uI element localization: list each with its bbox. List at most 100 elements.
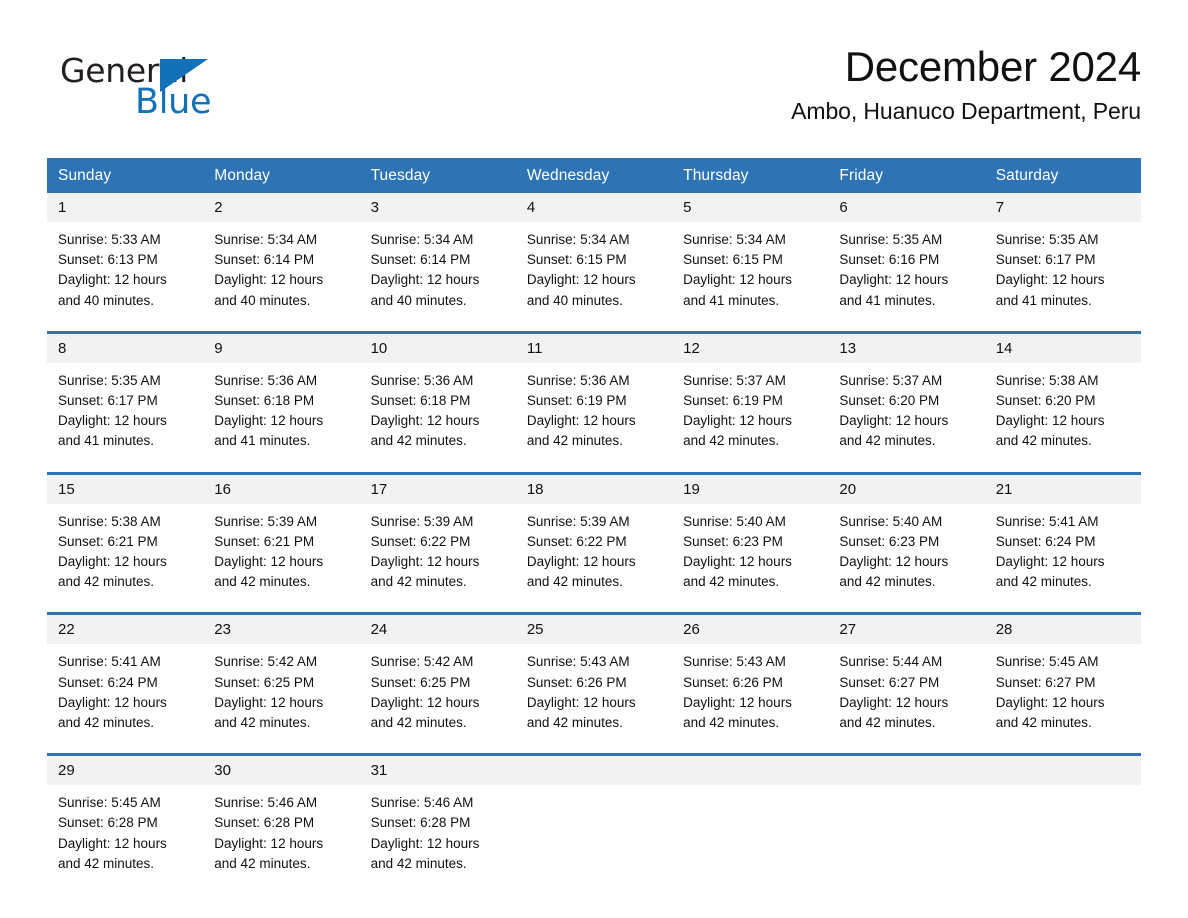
- sunrise-text: Sunrise: 5:39 AM: [370, 513, 474, 529]
- day-number: 22: [47, 615, 204, 645]
- day-cell-content: 26 Sunrise: 5:43 AM Sunset: 6:26 PM Dayligh…: [672, 615, 829, 739]
- calendar-day-cell[interactable]: 5 Sunrise: 5:34 AM Sunset: 6:15 PM Daylight…: [672, 193, 829, 317]
- daylight-text-line2: and 42 minutes.: [683, 574, 780, 590]
- daylight-text-line2: and 42 minutes.: [995, 433, 1092, 449]
- calendar-day-cell[interactable]: 18 Sunrise: 5:39 AM Sunset: 6:22 PM Dayligh…: [515, 471, 673, 599]
- week-spacer-cell: [47, 457, 1141, 474]
- sunrise-text: Sunrise: 5:41 AM: [58, 654, 161, 670]
- day-cell-content: [984, 756, 1141, 874]
- calendar-day-cell[interactable]: 8 Sunrise: 5:35 AM Sunset: 6:17 PM Daylight…: [47, 330, 204, 458]
- sunrise-text: Sunrise: 5:34 AM: [370, 232, 474, 247]
- calendar-page: General Blue December 2024 Ambo, Huanuco…: [0, 0, 1188, 918]
- day-number: 3: [359, 193, 516, 222]
- calendar-day-cell[interactable]: 20 Sunrise: 5:40 AM Sunset: 6:23 PM Dayligh…: [828, 471, 985, 599]
- daylight-text-line2: and 42 minutes.: [526, 433, 623, 449]
- calendar-day-cell[interactable]: 30 Sunrise: 5:46 AM Sunset: 6:28 PM Dayligh…: [203, 753, 360, 881]
- week-spacer: [47, 457, 1141, 474]
- day-number: 12: [672, 333, 829, 363]
- calendar-day-cell[interactable]: 13 Sunrise: 5:37 AM Sunset: 6:20 PM Dayligh…: [828, 330, 985, 458]
- calendar-day-cell[interactable]: 6 Sunrise: 5:35 AM Sunset: 6:16 PM Daylight…: [828, 193, 985, 317]
- week-spacer-cell: [47, 316, 1141, 333]
- day-number: 30: [203, 756, 360, 786]
- day-sun-info: Sunrise: 5:37 AM Sunset: 6:20 PM Daylight:…: [828, 363, 984, 458]
- daylight-text-line1: Daylight: 12 hours: [58, 554, 167, 570]
- calendar-day-cell[interactable]: 7 Sunrise: 5:35 AM Sunset: 6:17 PM Daylight…: [984, 193, 1141, 317]
- calendar-day-cell[interactable]: 17 Sunrise: 5:39 AM Sunset: 6:22 PM Dayligh…: [359, 471, 516, 599]
- day-cell-content: 10 Sunrise: 5:36 AM Sunset: 6:18 PM Dayligh…: [359, 333, 516, 458]
- day-sun-info: Sunrise: 5:39 AM Sunset: 6:22 PM Daylight:…: [360, 504, 516, 599]
- day-number: 9: [203, 333, 360, 363]
- day-number: 6: [828, 193, 985, 222]
- daylight-text-line2: and 40 minutes.: [58, 292, 155, 308]
- day-sun-info: Sunrise: 5:34 AM Sunset: 6:15 PM Daylight:…: [672, 222, 828, 317]
- daylight-text-line1: Daylight: 12 hours: [839, 554, 949, 570]
- week-spacer: [47, 598, 1141, 614]
- day-number: 19: [672, 474, 829, 504]
- daylight-text-line1: Daylight: 12 hours: [526, 554, 636, 570]
- day-cell-content: 12 Sunrise: 5:37 AM Sunset: 6:19 PM Dayligh…: [672, 333, 829, 458]
- day-number: 27: [828, 615, 985, 645]
- daylight-text-line2: and 42 minutes.: [839, 715, 936, 731]
- daylight-text-line1: Daylight: 12 hours: [839, 413, 949, 429]
- day-cell-content: 25 Sunrise: 5:43 AM Sunset: 6:26 PM Dayligh…: [515, 615, 673, 739]
- daylight-text-line1: Daylight: 12 hours: [214, 835, 324, 851]
- daylight-text-line2: and 41 minutes.: [995, 292, 1092, 308]
- calendar-day-cell[interactable]: 15 Sunrise: 5:38 AM Sunset: 6:21 PM Dayligh…: [47, 471, 204, 599]
- calendar-day-cell[interactable]: 27 Sunrise: 5:44 AM Sunset: 6:27 PM Dayligh…: [828, 612, 985, 740]
- calendar-day-cell[interactable]: 3 Sunrise: 5:34 AM Sunset: 6:14 PM Daylight…: [359, 193, 516, 317]
- daylight-text-line2: and 42 minutes.: [214, 574, 311, 590]
- daylight-text-line1: Daylight: 12 hours: [683, 554, 792, 570]
- calendar-day-cell-empty: [515, 753, 673, 881]
- day-sun-info: Sunrise: 5:39 AM Sunset: 6:22 PM Daylight:…: [516, 504, 672, 599]
- day-number: 14: [984, 333, 1141, 363]
- sunset-text: Sunset: 6:22 PM: [370, 533, 471, 549]
- day-number: 2: [203, 193, 360, 222]
- calendar-day-cell[interactable]: 22 Sunrise: 5:41 AM Sunset: 6:24 PM Dayligh…: [47, 612, 204, 740]
- day-sun-info: Sunrise: 5:34 AM Sunset: 6:14 PM Daylight:…: [203, 222, 359, 317]
- calendar-day-cell[interactable]: 16 Sunrise: 5:39 AM Sunset: 6:21 PM Dayligh…: [203, 471, 360, 599]
- calendar-day-cell[interactable]: 2 Sunrise: 5:34 AM Sunset: 6:14 PM Daylight…: [203, 193, 360, 317]
- weekday-header-monday: Monday: [203, 158, 360, 193]
- calendar-day-cell[interactable]: 28 Sunrise: 5:45 AM Sunset: 6:27 PM Dayligh…: [984, 612, 1141, 740]
- calendar-day-cell[interactable]: 12 Sunrise: 5:37 AM Sunset: 6:19 PM Dayligh…: [672, 330, 829, 458]
- daylight-text-line2: and 42 minutes.: [995, 574, 1092, 590]
- calendar-day-cell[interactable]: 4 Sunrise: 5:34 AM Sunset: 6:15 PM Daylight…: [515, 193, 673, 317]
- calendar-day-cell[interactable]: 23 Sunrise: 5:42 AM Sunset: 6:25 PM Dayligh…: [203, 612, 360, 740]
- daylight-text-line1: Daylight: 12 hours: [214, 554, 324, 570]
- calendar-day-cell[interactable]: 26 Sunrise: 5:43 AM Sunset: 6:26 PM Dayligh…: [672, 612, 829, 740]
- day-sun-info: Sunrise: 5:33 AM Sunset: 6:13 PM Daylight:…: [47, 222, 203, 317]
- sunset-text: Sunset: 6:21 PM: [214, 533, 315, 549]
- calendar-day-cell[interactable]: 19 Sunrise: 5:40 AM Sunset: 6:23 PM Dayligh…: [672, 471, 829, 599]
- daylight-text-line1: Daylight: 12 hours: [214, 694, 324, 710]
- calendar-day-cell[interactable]: 25 Sunrise: 5:43 AM Sunset: 6:26 PM Dayligh…: [515, 612, 673, 740]
- calendar-day-cell[interactable]: 14 Sunrise: 5:38 AM Sunset: 6:20 PM Dayligh…: [984, 330, 1141, 458]
- calendar-day-cell[interactable]: 31 Sunrise: 5:46 AM Sunset: 6:28 PM Dayligh…: [359, 753, 516, 881]
- sunset-text: Sunset: 6:24 PM: [58, 674, 158, 690]
- daylight-text-line2: and 41 minutes.: [58, 433, 155, 449]
- sunrise-text: Sunrise: 5:42 AM: [214, 654, 318, 670]
- daylight-text-line1: Daylight: 12 hours: [839, 272, 949, 288]
- calendar-day-cell[interactable]: 29 Sunrise: 5:45 AM Sunset: 6:28 PM Dayligh…: [47, 753, 204, 881]
- day-number: 11: [515, 333, 673, 363]
- day-sun-info: Sunrise: 5:43 AM Sunset: 6:26 PM Daylight:…: [672, 644, 828, 739]
- sunset-text: Sunset: 6:20 PM: [995, 393, 1096, 409]
- calendar-day-cell[interactable]: 10 Sunrise: 5:36 AM Sunset: 6:18 PM Dayligh…: [359, 330, 516, 458]
- weekday-header-saturday: Saturday: [984, 158, 1141, 193]
- calendar-day-cell[interactable]: 24 Sunrise: 5:42 AM Sunset: 6:25 PM Dayligh…: [359, 612, 516, 740]
- calendar-day-cell[interactable]: 9 Sunrise: 5:36 AM Sunset: 6:18 PM Daylight…: [203, 330, 360, 458]
- day-sun-info: [828, 785, 984, 799]
- calendar-day-cell[interactable]: 1 Sunrise: 5:33 AM Sunset: 6:13 PM Daylight…: [47, 193, 204, 317]
- calendar-day-cell[interactable]: 11 Sunrise: 5:36 AM Sunset: 6:19 PM Dayligh…: [515, 330, 673, 458]
- day-number: 20: [828, 474, 985, 504]
- day-number: 17: [359, 474, 516, 504]
- calendar-week-row: 22 Sunrise: 5:41 AM Sunset: 6:24 PM Dayligh…: [47, 612, 1141, 740]
- daylight-text-line1: Daylight: 12 hours: [995, 272, 1105, 288]
- sunset-text: Sunset: 6:19 PM: [526, 393, 627, 409]
- sunset-text: Sunset: 6:14 PM: [370, 252, 471, 268]
- daylight-text-line1: Daylight: 12 hours: [214, 272, 324, 288]
- day-cell-content: 30 Sunrise: 5:46 AM Sunset: 6:28 PM Dayligh…: [203, 756, 360, 880]
- day-sun-info: Sunrise: 5:35 AM Sunset: 6:16 PM Daylight:…: [828, 222, 984, 317]
- daylight-text-line1: Daylight: 12 hours: [58, 835, 167, 851]
- day-number: 13: [828, 333, 985, 363]
- calendar-day-cell[interactable]: 21 Sunrise: 5:41 AM Sunset: 6:24 PM Dayligh…: [984, 471, 1141, 599]
